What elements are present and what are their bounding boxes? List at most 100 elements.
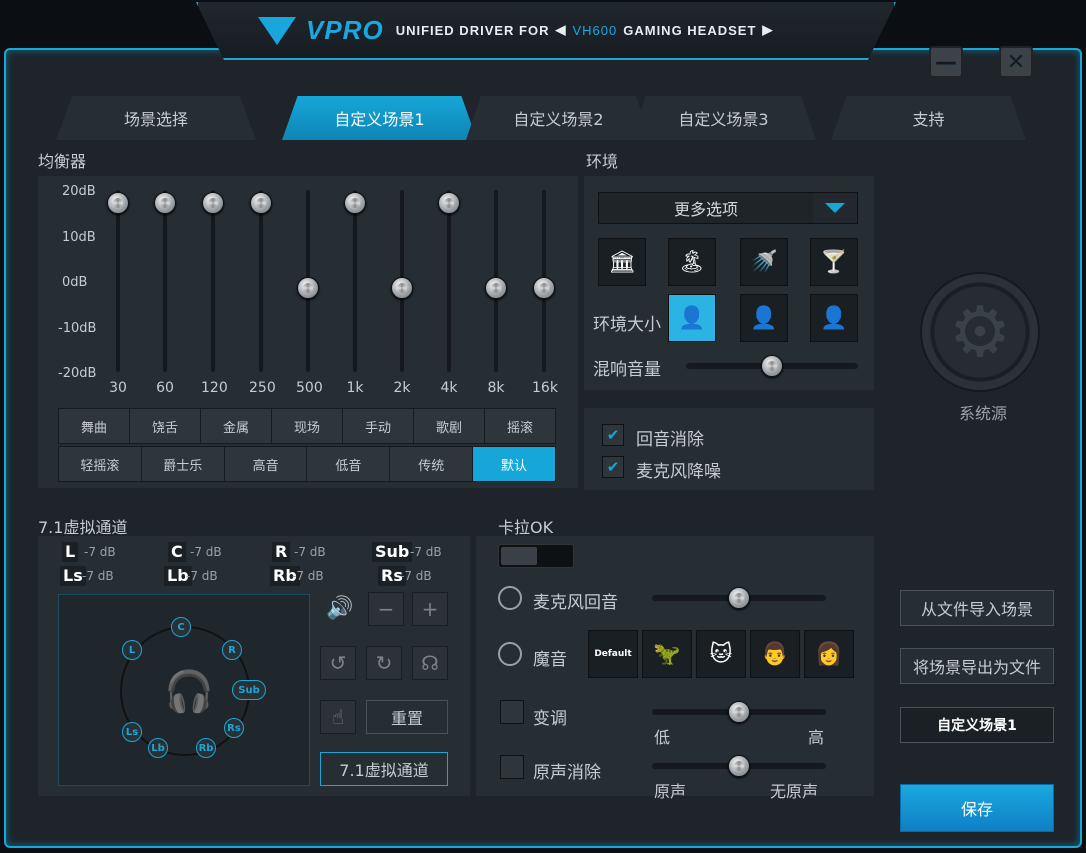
speaker-rs[interactable]: Rs — [224, 718, 244, 738]
preset-live[interactable]: 现场 — [272, 409, 343, 443]
vocal-remove-checkbox[interactable] — [500, 755, 524, 779]
preset-dance[interactable]: 舞曲 — [59, 409, 130, 443]
system-source-button[interactable]: ⚙ — [920, 272, 1040, 392]
close-button[interactable]: ✕ — [999, 46, 1033, 78]
eq-slider-knob[interactable] — [107, 192, 129, 214]
preset-jazz[interactable]: 爵士乐 — [142, 447, 225, 481]
reset-button[interactable]: 重置 — [366, 700, 448, 734]
magic-voice-radio[interactable] — [498, 642, 522, 666]
eq-slider-knob[interactable] — [154, 192, 176, 214]
import-scene-button[interactable]: 从文件导入场景 — [900, 590, 1054, 626]
drag-hand-button[interactable]: ☝ — [320, 700, 356, 734]
chevron-down-icon[interactable] — [813, 193, 857, 223]
minimize-button[interactable]: — — [929, 46, 963, 78]
next-model-icon[interactable]: ▶ — [762, 22, 773, 38]
preset-treble[interactable]: 高音 — [225, 447, 308, 481]
db-label: 20dB — [62, 184, 96, 199]
vocal-remove-slider-knob[interactable] — [728, 755, 750, 777]
save-button[interactable]: 保存 — [900, 784, 1054, 832]
cocktail-icon[interactable]: 🍸 — [810, 238, 858, 286]
eq-band-label: 1k — [346, 380, 364, 396]
karaoke-toggle[interactable] — [498, 544, 574, 568]
subtitle: UNIFIED DRIVER FOR ◀ VH600 GAMING HEADSE… — [396, 22, 774, 38]
dropdown-value: 更多选项 — [673, 200, 738, 219]
volume-down-button[interactable]: − — [368, 592, 404, 626]
voice-options-panel — [584, 408, 874, 490]
shower-icon[interactable]: 🚿 — [740, 238, 788, 286]
eq-slider-knob[interactable] — [344, 192, 366, 214]
room-size-large-icon[interactable]: 👤 — [810, 294, 858, 342]
preset-soft-rock[interactable]: 轻摇滚 — [59, 447, 142, 481]
tab-custom-1[interactable]: 自定义场景1 — [282, 96, 477, 140]
eq-slider-knob[interactable] — [297, 277, 319, 299]
virtual-71-button[interactable]: 7.1虚拟通道 — [320, 752, 448, 786]
db-label: 0dB — [62, 275, 88, 290]
eq-slider-knob[interactable] — [391, 277, 413, 299]
headphone-mode-button[interactable]: ☊ — [412, 646, 448, 680]
speaker-volume-icon[interactable]: 🔊 — [326, 596, 353, 621]
voice-cat-icon[interactable]: 🐱 — [696, 630, 746, 678]
tab-scene-select[interactable]: 场景选择 — [56, 96, 256, 140]
channel-name: C — [168, 542, 186, 562]
eq-slider-track[interactable] — [259, 190, 263, 372]
tab-custom-2[interactable]: 自定义场景2 — [466, 96, 651, 140]
eq-band-label: 16k — [532, 380, 558, 396]
mic-echo-radio[interactable] — [498, 586, 522, 610]
rotate-right-button[interactable]: ↻ — [366, 646, 402, 680]
preset-metal[interactable]: 金属 — [201, 409, 272, 443]
preset-bass[interactable]: 低音 — [307, 447, 391, 481]
speaker-sub[interactable]: Sub — [232, 680, 266, 700]
preset-classic[interactable]: 传统 — [390, 447, 474, 481]
tab-support[interactable]: 支持 — [831, 96, 1026, 140]
export-scene-button[interactable]: 将场景导出为文件 — [900, 648, 1054, 684]
speaker-r[interactable]: R — [222, 640, 242, 660]
preset-default[interactable]: 默认 — [473, 447, 555, 481]
speaker-rb[interactable]: Rb — [196, 738, 216, 758]
mic-noise-checkbox[interactable]: ✔ — [602, 456, 624, 478]
beach-icon[interactable]: 🏝 — [668, 238, 716, 286]
vocal-right-label: 无原声 — [770, 782, 819, 801]
preset-opera[interactable]: 歌剧 — [414, 409, 485, 443]
speaker-c[interactable]: C — [171, 617, 191, 637]
mic-echo-slider-knob[interactable] — [728, 587, 750, 609]
preset-rock[interactable]: 摇滚 — [485, 409, 555, 443]
eq-slider-knob[interactable] — [438, 192, 460, 214]
reverb-slider-knob[interactable] — [761, 355, 783, 377]
prev-model-icon[interactable]: ◀ — [555, 22, 566, 38]
preset-manual[interactable]: 手动 — [343, 409, 414, 443]
brand-name: VPRO — [306, 14, 384, 45]
eq-slider-knob[interactable] — [485, 277, 507, 299]
room-size-medium-icon[interactable]: 👤 — [740, 294, 788, 342]
eq-slider-knob[interactable] — [533, 277, 555, 299]
voice-dinosaur-icon[interactable]: 🦖 — [642, 630, 692, 678]
model-name: VH600 — [572, 22, 618, 38]
eq-slider-track[interactable] — [116, 190, 120, 372]
rotate-left-button[interactable]: ↺ — [320, 646, 356, 680]
environment-dropdown[interactable]: 更多选项 — [598, 192, 858, 224]
echo-cancel-checkbox[interactable]: ✔ — [602, 424, 624, 446]
volume-up-button[interactable]: + — [412, 592, 448, 626]
tab-custom-3[interactable]: 自定义场景3 — [631, 96, 816, 140]
speaker-ls[interactable]: Ls — [122, 722, 142, 742]
pitch-label: 变调 — [533, 709, 567, 729]
voice-female-icon[interactable]: 👩 — [804, 630, 854, 678]
voice-default-icon[interactable]: Default — [588, 630, 638, 678]
eq-slider-track[interactable] — [211, 190, 215, 372]
scene-name-field[interactable]: 自定义场景1 — [900, 707, 1054, 743]
channel-value: -7 dB — [84, 545, 116, 559]
bank-icon[interactable]: 🏛 — [598, 238, 646, 286]
speaker-l[interactable]: L — [122, 640, 142, 660]
tab-bar: 场景选择 自定义场景1 自定义场景2 自定义场景3 支持 — [56, 96, 1026, 140]
eq-slider-knob[interactable] — [250, 192, 272, 214]
voice-male-icon[interactable]: 👨 — [750, 630, 800, 678]
eq-slider-track[interactable] — [447, 190, 451, 372]
channel-value: -7 dB — [186, 569, 218, 583]
speaker-lb[interactable]: Lb — [148, 738, 168, 758]
eq-slider-track[interactable] — [163, 190, 167, 372]
eq-slider-track[interactable] — [353, 190, 357, 372]
pitch-slider-knob[interactable] — [728, 701, 750, 723]
eq-slider-knob[interactable] — [202, 192, 224, 214]
room-size-small-icon[interactable]: 👤 — [668, 294, 716, 342]
preset-rap[interactable]: 饶舌 — [130, 409, 201, 443]
pitch-checkbox[interactable] — [500, 700, 524, 724]
